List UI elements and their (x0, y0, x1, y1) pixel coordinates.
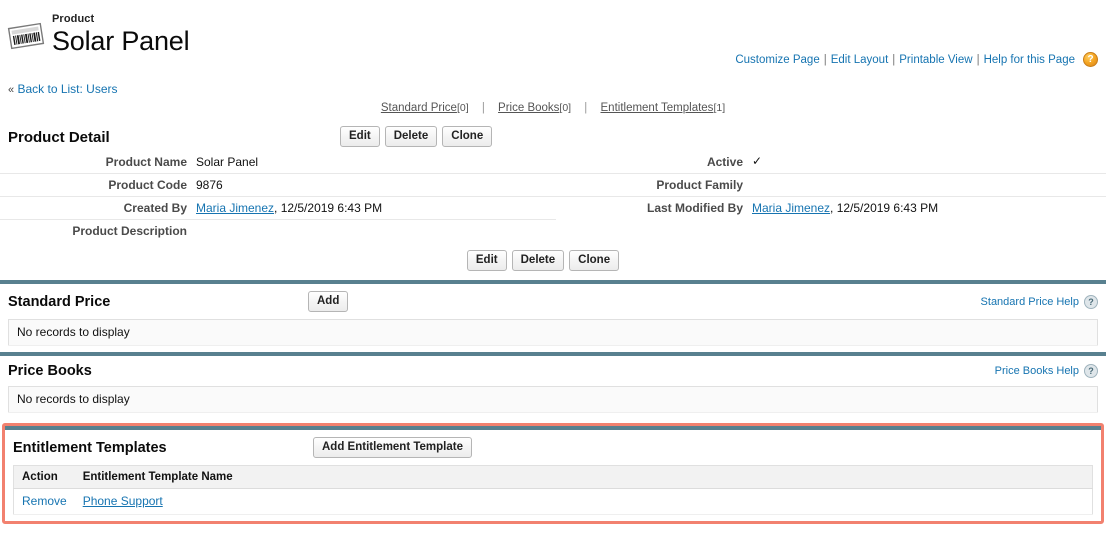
anchor-price-books-count: [0] (559, 102, 572, 114)
link-separator: | (976, 53, 980, 66)
standard-price-buttons: Add (308, 291, 349, 312)
column-header-template-name: Entitlement Template Name (74, 465, 1093, 489)
product-code-value: 9876 (196, 173, 556, 197)
barcode-product-icon (6, 18, 46, 54)
product-name-value: Solar Panel (196, 151, 556, 174)
delete-button[interactable]: Delete (384, 126, 438, 147)
product-detail-bottom-buttons: Edit Delete Clone (0, 242, 1106, 280)
standard-price-help: Standard Price Help ? (981, 294, 1098, 309)
product-description-label: Product Description (72, 224, 187, 238)
entitlement-templates-list-wrap: Action Entitlement Template Name Remove … (5, 465, 1101, 521)
table-row: No records to display (8, 319, 1098, 346)
help-question-icon[interactable]: ? (1084, 364, 1098, 378)
detail-row-name-active: Product Name Solar Panel Active ✓ (0, 151, 1106, 174)
anchor-entitlement-templates-count: [1] (713, 102, 726, 114)
link-separator: | (892, 53, 896, 66)
add-entitlement-template-button[interactable]: Add Entitlement Template (313, 437, 472, 458)
anchor-price-books[interactable]: Price Books (498, 102, 559, 114)
table-row: No records to display (8, 386, 1098, 413)
add-standard-price-button[interactable]: Add (308, 291, 349, 312)
standard-price-table: No records to display (8, 319, 1098, 346)
price-books-title: Price Books (8, 363, 92, 379)
standard-price-list-wrap: No records to display (0, 319, 1106, 352)
active-label: Active (556, 151, 752, 174)
help-question-icon[interactable]: ? (1084, 294, 1098, 309)
help-for-this-page-link[interactable]: Help for this Page (984, 54, 1075, 66)
product-code-label: Product Code (0, 173, 196, 197)
price-books-empty-message: No records to display (8, 386, 1098, 413)
anchor-separator: | (481, 102, 485, 114)
customize-page-link[interactable]: Customize Page (735, 54, 819, 66)
page-header: Product Solar Panel Customize Page | Edi… (0, 0, 1106, 78)
created-by-label: Created By (0, 196, 196, 220)
table-header-row: Action Entitlement Template Name (13, 465, 1093, 489)
back-to-list-link[interactable]: Back to List: Users (17, 82, 117, 96)
related-list-anchor-nav: Standard Price[0] | Price Books[0] | Ent… (0, 96, 1106, 121)
title-text: Product Solar Panel (52, 10, 190, 57)
chevron-left-icon: « (8, 84, 15, 96)
page-title: Solar Panel (52, 26, 190, 56)
row-action-cell: Remove (13, 488, 75, 515)
standard-price-empty-message: No records to display (8, 319, 1098, 346)
product-name-label: Product Name (0, 151, 196, 174)
product-detail-title: Product Detail (8, 129, 110, 146)
record-type-label: Product (52, 13, 95, 25)
record-title-block: Product Solar Panel (0, 10, 1106, 57)
clone-button-bottom[interactable]: Clone (569, 250, 620, 271)
help-orb-icon[interactable]: ? (1083, 52, 1098, 67)
product-detail-table: Product Name Solar Panel Active ✓ Produc… (0, 151, 1106, 242)
active-value-checkmark: ✓ (752, 151, 1106, 174)
standard-price-title: Standard Price (8, 293, 111, 310)
price-books-help: Price Books Help ? (995, 364, 1098, 378)
remove-link[interactable]: Remove (22, 494, 67, 508)
product-detail-top-buttons: Edit Delete Clone (340, 126, 493, 147)
last-modified-by-user-link[interactable]: Maria Jimenez (752, 201, 830, 215)
header-action-links: Customize Page | Edit Layout | Printable… (735, 52, 1098, 67)
price-books-section: Price Books Price Books Help ? No record… (0, 356, 1106, 419)
column-header-action: Action (13, 465, 75, 489)
product-detail-header: Product Detail Edit Delete Clone (0, 121, 1106, 151)
link-separator: | (823, 53, 827, 66)
anchor-entitlement-templates[interactable]: Entitlement Templates (601, 102, 714, 114)
price-books-table: No records to display (8, 386, 1098, 413)
price-books-list-wrap: No records to display (0, 386, 1106, 419)
anchor-separator: | (584, 102, 588, 114)
edit-button-bottom[interactable]: Edit (466, 250, 507, 271)
back-to-list[interactable]: « Back to List: Users (0, 78, 1106, 96)
table-row: Remove Phone Support (13, 488, 1093, 515)
price-books-help-link[interactable]: Price Books Help (995, 365, 1079, 377)
product-description-value (196, 220, 556, 243)
detail-row-created-modified: Created By Maria Jimenez, 12/5/2019 6:43… (0, 196, 1106, 220)
price-books-header: Price Books Price Books Help ? (0, 356, 1106, 386)
edit-layout-link[interactable]: Edit Layout (831, 54, 889, 66)
last-modified-by-label: Last Modified By (646, 201, 743, 215)
anchor-standard-price-count: [0] (456, 102, 469, 114)
entitlement-templates-buttons: Add Entitlement Template (313, 437, 472, 458)
detail-row-code-family: Product Code 9876 Product Family (0, 173, 1106, 197)
product-family-label: Product Family (556, 173, 752, 197)
clone-button[interactable]: Clone (442, 126, 493, 147)
entitlement-templates-header: Entitlement Templates Add Entitlement Te… (5, 430, 1101, 465)
last-modified-by-value: Maria Jimenez, 12/5/2019 6:43 PM (752, 197, 1106, 220)
created-by-date: , 12/5/2019 6:43 PM (274, 201, 383, 215)
entitlement-template-name-link[interactable]: Phone Support (83, 494, 163, 508)
entitlement-templates-table: Action Entitlement Template Name Remove … (13, 465, 1093, 515)
anchor-standard-price[interactable]: Standard Price (381, 102, 457, 114)
delete-button-bottom[interactable]: Delete (511, 250, 565, 271)
product-detail-section: Product Detail Edit Delete Clone Product… (0, 121, 1106, 280)
entitlement-templates-title: Entitlement Templates (13, 439, 167, 456)
standard-price-header: Standard Price Add Standard Price Help ? (0, 284, 1106, 319)
created-by-value: Maria Jimenez, 12/5/2019 6:43 PM (196, 196, 556, 220)
standard-price-help-link[interactable]: Standard Price Help (981, 296, 1079, 308)
detail-row-description: Product Description (0, 220, 1106, 243)
row-template-name-cell: Phone Support (74, 488, 1093, 515)
product-family-value (752, 173, 1106, 197)
last-modified-by-date: , 12/5/2019 6:43 PM (830, 201, 939, 215)
entitlement-templates-section: Entitlement Templates Add Entitlement Te… (2, 423, 1104, 524)
created-by-user-link[interactable]: Maria Jimenez (196, 201, 274, 215)
edit-button[interactable]: Edit (340, 126, 380, 147)
printable-view-link[interactable]: Printable View (899, 54, 972, 66)
standard-price-section: Standard Price Add Standard Price Help ?… (0, 284, 1106, 352)
